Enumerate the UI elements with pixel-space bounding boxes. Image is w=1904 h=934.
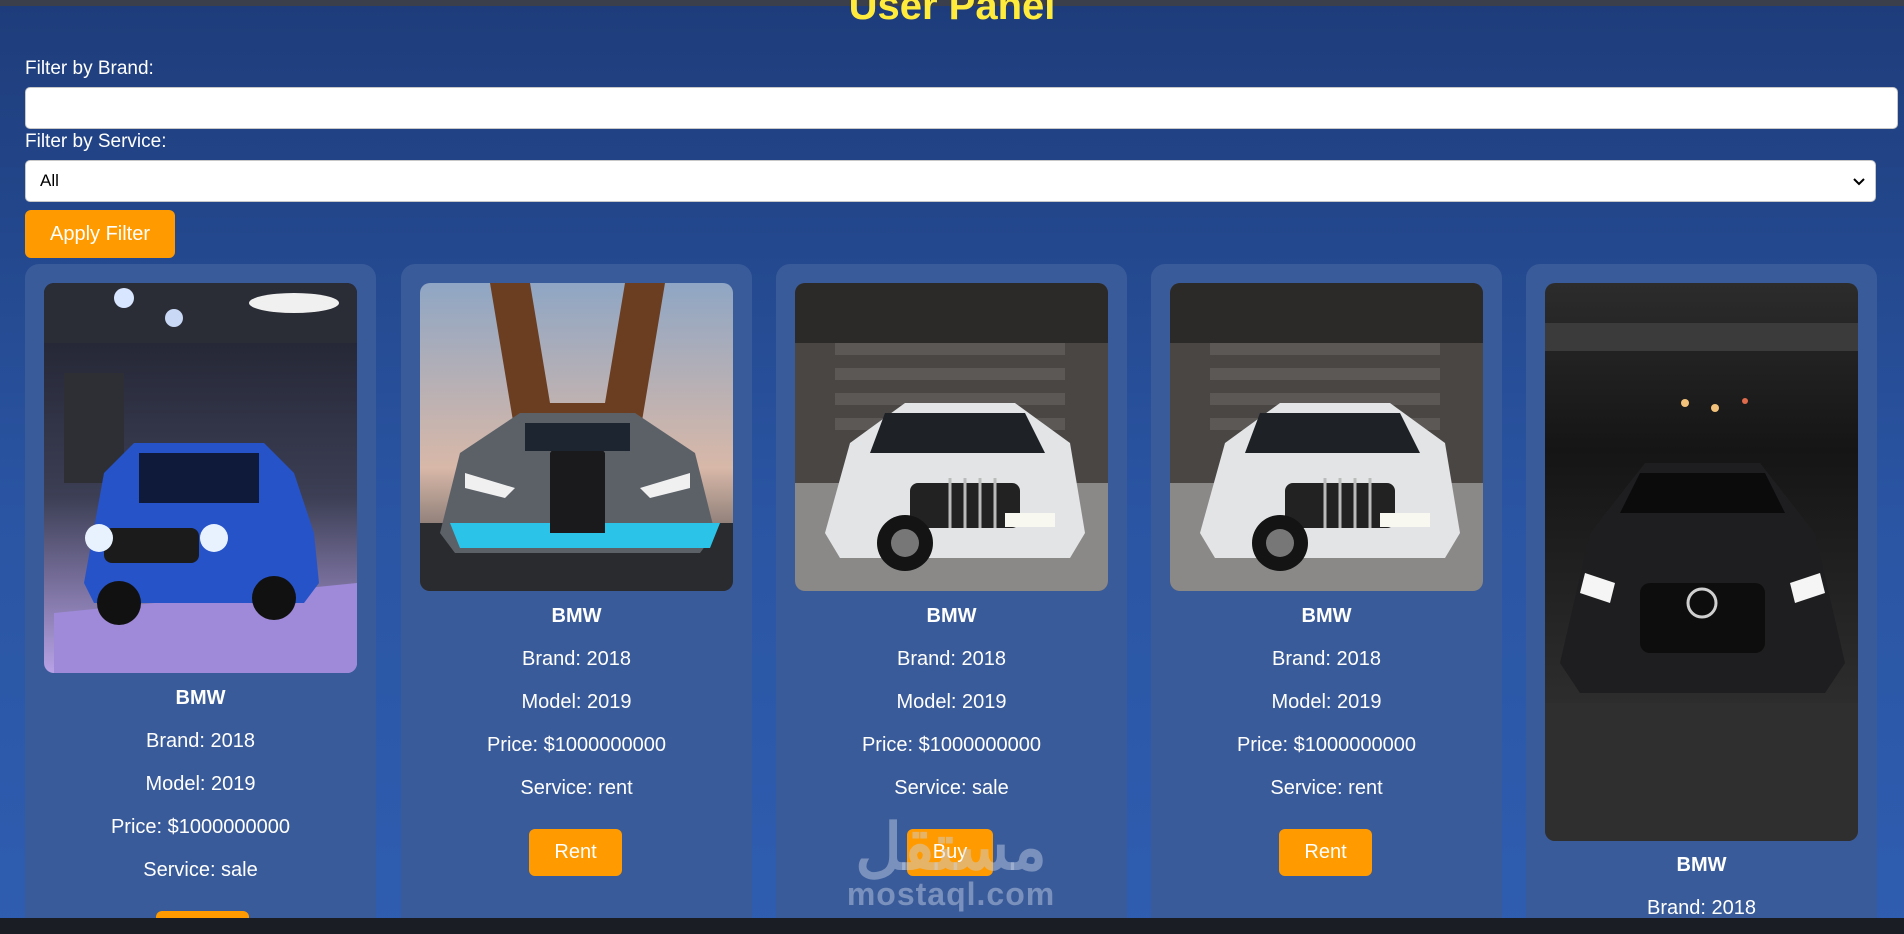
os-taskbar	[0, 918, 1904, 934]
watermark-logo: مستقل mostaql.com	[836, 815, 1066, 911]
page-title: User Panel	[848, 0, 1056, 28]
car-name: BMW	[1676, 854, 1727, 876]
car-name: BMW	[926, 605, 977, 627]
car-photo-grey-hypercar	[420, 283, 733, 591]
car-price: Price: $1000000000	[110, 816, 291, 838]
service-filter-selected: All	[40, 171, 59, 190]
car-price: Price: $1000000000	[1236, 734, 1417, 756]
car-service: Service: rent	[1270, 777, 1383, 799]
car-details: BMW Brand: 2018 Model: 2019 Price: $1000…	[25, 687, 376, 902]
car-model: Model: 2019	[1271, 691, 1382, 713]
car-photo-black-sports-car	[1545, 283, 1858, 841]
car-brand: Brand: 2018	[146, 730, 255, 752]
car-brand: Brand: 2018	[522, 648, 631, 670]
brand-filter-label: Filter by Brand:	[25, 58, 154, 79]
rent-button[interactable]: Rent	[1279, 829, 1372, 876]
brand-filter-input[interactable]	[25, 87, 1898, 129]
car-card: BMW Brand: 2018	[1526, 264, 1877, 934]
user-panel-page: User Panel Filter by Brand: Filter by Se…	[0, 0, 1904, 934]
car-name: BMW	[1301, 605, 1352, 627]
car-details: BMW Brand: 2018 Model: 2019 Price: $1000…	[401, 605, 752, 820]
car-card: BMW Brand: 2018 Model: 2019 Price: $1000…	[25, 264, 376, 934]
car-price: Price: $1000000000	[486, 734, 667, 756]
car-price: Price: $1000000000	[861, 734, 1042, 756]
car-details: BMW Brand: 2018 Model: 2019 Price: $1000…	[1151, 605, 1502, 820]
watermark-site: mostaql.com	[846, 876, 1056, 912]
car-card: BMW Brand: 2018 Model: 2019 Price: $1000…	[401, 264, 752, 934]
car-name: BMW	[551, 605, 602, 627]
car-model: Model: 2019	[896, 691, 1007, 713]
apply-filter-button[interactable]: Apply Filter	[25, 210, 175, 258]
car-brand: Brand: 2018	[897, 648, 1006, 670]
car-service: Service: sale	[143, 859, 258, 881]
car-model: Model: 2019	[145, 773, 256, 795]
chevron-down-icon	[1853, 178, 1865, 186]
watermark-arabic: مستقل	[855, 811, 1047, 883]
rent-button[interactable]: Rent	[529, 829, 622, 876]
car-model: Model: 2019	[521, 691, 632, 713]
service-filter-label: Filter by Service:	[25, 131, 167, 152]
car-photo-white-sedan	[1170, 283, 1483, 591]
service-filter-select[interactable]: All	[25, 160, 1876, 202]
car-details: BMW Brand: 2018 Model: 2019 Price: $1000…	[776, 605, 1127, 820]
car-card: BMW Brand: 2018 Model: 2019 Price: $1000…	[1151, 264, 1502, 934]
car-name: BMW	[175, 687, 226, 709]
car-photo-white-sedan	[795, 283, 1108, 591]
car-brand: Brand: 2018	[1272, 648, 1381, 670]
car-photo-blue-suv	[44, 283, 357, 673]
car-service: Service: rent	[520, 777, 633, 799]
